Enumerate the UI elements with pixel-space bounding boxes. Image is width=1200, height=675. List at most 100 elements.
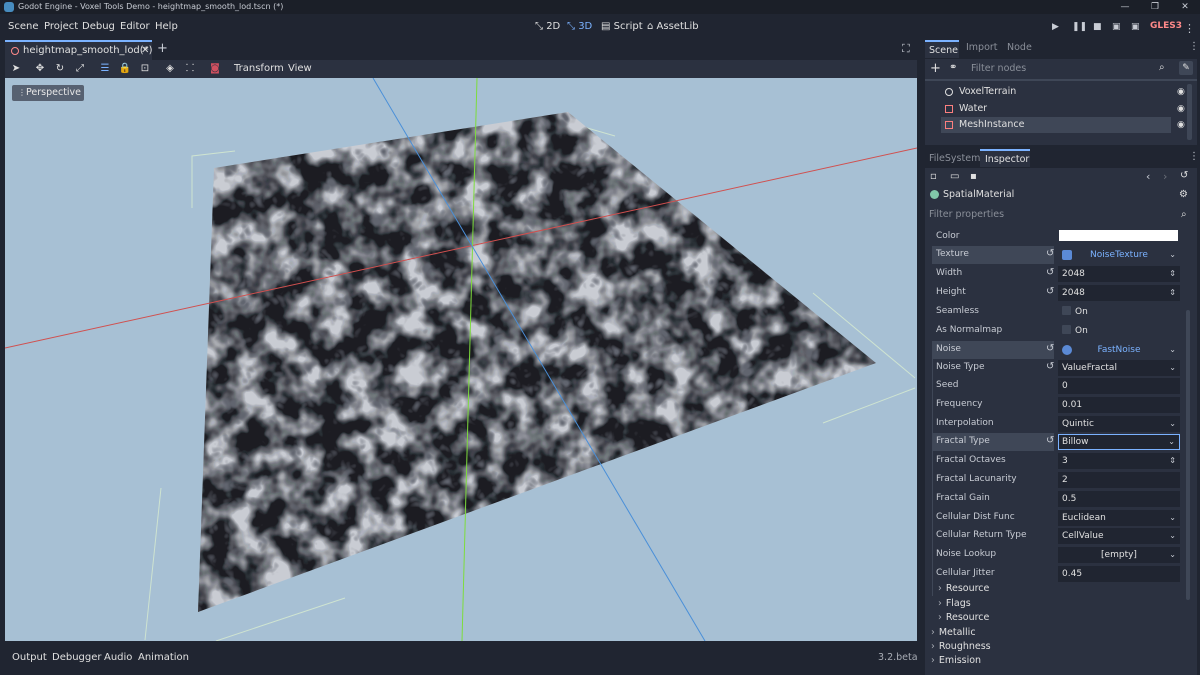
spin-arrows-icon[interactable]: ⇕ [1169,453,1176,469]
menu-help[interactable]: Help [155,21,178,32]
play-icon[interactable]: ▶ [1052,22,1059,32]
play-custom-icon[interactable]: ▣ [1131,22,1140,32]
tab-import[interactable]: Import [966,42,998,53]
fractal-type-dropdown[interactable]: Billow ⌄ [1058,434,1180,450]
settings-icon[interactable]: ⋮ [1184,22,1195,35]
visibility-eye-icon[interactable]: ◉ [1177,101,1185,117]
tab-node[interactable]: Node [1007,42,1032,53]
noise-lookup-picker[interactable]: [empty] ⌄ [1058,547,1180,563]
select-tool-icon[interactable]: ➤ [9,62,23,76]
revert-icon[interactable]: ↺ [1046,267,1054,278]
close-tab-icon[interactable]: ✕ [141,42,149,59]
tree-item-voxelterrain[interactable]: VoxelTerrain ◉ [941,84,1185,100]
spin-arrows-icon[interactable]: ⇕ [1169,285,1176,301]
revert-icon[interactable]: ↺ [1046,286,1054,297]
visibility-eye-icon[interactable]: ◉ [1177,84,1185,100]
visibility-eye-icon[interactable]: ◉ [1177,117,1185,133]
texture-resource-picker[interactable]: NoiseTexture ⌄ [1058,247,1180,263]
tab-inspector[interactable]: Inspector [980,149,1030,167]
revert-icon[interactable]: ↺ [1046,248,1054,259]
mode-script-button[interactable]: ▤ Script [601,21,643,32]
snap-icon[interactable]: ⸬ [183,62,197,76]
fractal-lacunarity-field[interactable]: 2 [1058,472,1180,488]
color-swatch[interactable] [1059,230,1178,241]
menu-editor[interactable]: Editor [120,21,150,32]
add-node-icon[interactable]: + [930,61,941,76]
dock-menu-icon[interactable]: ⋮ [1189,151,1199,162]
object-properties-icon[interactable]: ⚙ [1179,189,1188,200]
menu-project[interactable]: Project [44,21,78,32]
script-attach-icon[interactable]: ✎ [1179,61,1193,75]
cellular-dist-func-dropdown[interactable]: Euclidean ⌄ [1058,510,1180,526]
interpolation-dropdown[interactable]: Quintic ⌄ [1058,416,1180,432]
close-window-button[interactable]: ✕ [1170,0,1200,14]
cellular-jitter-field[interactable]: 0.45 [1058,566,1180,582]
animation-tab[interactable]: Animation [138,652,189,663]
section-emission[interactable]: › Emission [931,655,981,666]
normalmap-checkbox[interactable]: On [1058,323,1180,339]
noise-type-dropdown[interactable]: ValueFractal ⌄ [1058,360,1180,376]
section-roughness[interactable]: › Roughness [931,641,991,652]
debugger-tab[interactable]: Debugger [52,652,102,663]
local-space-icon[interactable]: ◈ [163,62,177,76]
group-icon[interactable]: ⊡ [138,62,152,76]
section-flags[interactable]: › Flags [938,598,971,609]
transform-menu[interactable]: Transform [234,63,284,74]
height-spinbox[interactable]: 2048 ⇕ [1058,285,1180,301]
history-forward-icon[interactable]: › [1163,170,1167,183]
seamless-checkbox[interactable]: On [1058,304,1180,320]
play-scene-icon[interactable]: ▣ [1112,22,1121,32]
minimize-button[interactable]: — [1110,0,1140,14]
3d-viewport[interactable]: ⋮Perspective [5,78,917,641]
filter-properties-input[interactable]: Filter properties [925,207,1197,223]
filter-nodes-input[interactable]: Filter nodes [963,61,1171,77]
new-tab-button[interactable]: + [157,40,168,58]
pause-icon[interactable]: ❚❚ [1072,22,1087,32]
perspective-menu[interactable]: ⋮Perspective [12,85,85,101]
renderer-label[interactable]: GLES3 [1150,21,1182,31]
section-resource-noise[interactable]: › Resource [938,583,989,594]
list-select-icon[interactable]: ☰ [98,62,112,76]
mode-2d-button[interactable]: ⤡ 2D [535,21,560,32]
fractal-gain-field[interactable]: 0.5 [1058,491,1180,507]
audio-tab[interactable]: Audio [104,652,132,663]
history-icon[interactable]: ↺ [1180,170,1188,181]
fractal-octaves-spinbox[interactable]: 3 ⇕ [1058,453,1180,469]
history-back-icon[interactable]: ‹ [1146,170,1150,183]
menu-scene[interactable]: Scene [8,21,39,32]
lock-icon[interactable]: 🔒 [118,62,132,76]
menu-debug[interactable]: Debug [82,21,115,32]
view-menu[interactable]: View [288,63,312,74]
width-spinbox[interactable]: 2048 ⇕ [1058,266,1180,282]
save-resource-icon[interactable]: ▪ [970,171,977,182]
scale-tool-icon[interactable]: ⤢ [73,62,87,76]
link-icon[interactable]: ⚭ [949,62,957,73]
cellular-return-type-dropdown[interactable]: CellValue ⌄ [1058,528,1180,544]
tree-item-water[interactable]: Water ◉ [941,101,1185,117]
seed-field[interactable]: 0 [1058,378,1180,394]
open-resource-icon[interactable]: ▭ [950,171,959,182]
revert-icon[interactable]: ↺ [1046,343,1054,354]
scene-tree-scrollbar[interactable] [1187,84,1192,140]
move-tool-icon[interactable]: ✥ [33,62,47,76]
tab-scene[interactable]: Scene [925,40,959,58]
inspector-scrollbar[interactable] [1186,310,1190,600]
frequency-field[interactable]: 0.01 [1058,397,1180,413]
section-resource-texture[interactable]: › Resource [938,612,989,623]
camera-icon[interactable]: ◙ [208,62,222,76]
spin-arrows-icon[interactable]: ⇕ [1169,266,1176,282]
revert-icon[interactable]: ↺ [1046,361,1054,372]
tab-filesystem[interactable]: FileSystem [929,153,980,164]
section-metallic[interactable]: › Metallic [931,627,976,638]
mode-assetlib-button[interactable]: ⌂ AssetLib [647,21,699,32]
output-tab[interactable]: Output [12,652,47,663]
new-resource-icon[interactable]: ▫ [930,171,937,182]
restore-button[interactable]: ❐ [1140,0,1170,14]
mode-3d-button[interactable]: ⤡ 3D [567,21,592,32]
stop-icon[interactable]: ■ [1093,22,1102,32]
rotate-tool-icon[interactable]: ↻ [53,62,67,76]
revert-icon[interactable]: ↺ [1046,435,1054,446]
dock-menu-icon[interactable]: ⋮ [1189,41,1199,52]
fullscreen-icon[interactable]: ⛶ [902,42,910,56]
scene-tab-heightmap[interactable]: heightmap_smooth_lod(*) ✕ [5,40,153,60]
